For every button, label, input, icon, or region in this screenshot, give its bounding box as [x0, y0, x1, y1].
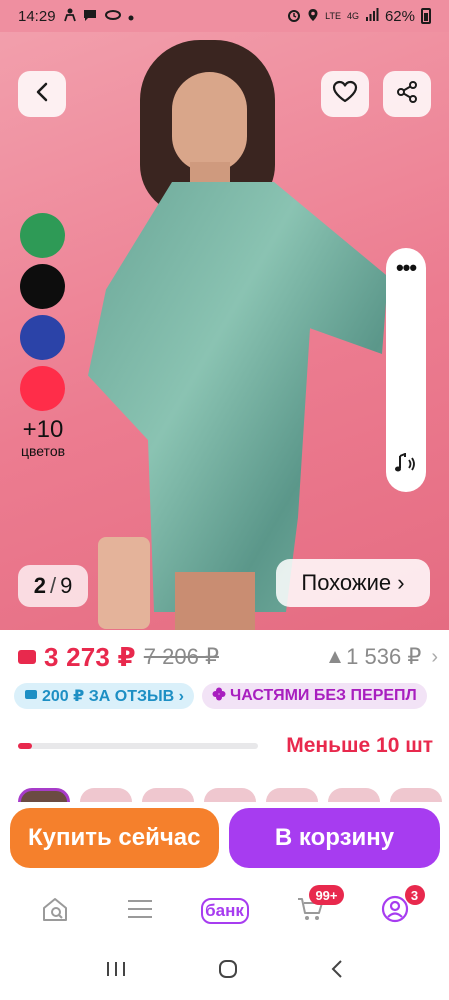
status-bar: 14:29 LTE 4G 62%: [0, 0, 449, 32]
share-button[interactable]: [383, 71, 431, 117]
more-options-icon[interactable]: •••: [386, 257, 426, 279]
more-colors-word: цветов: [20, 443, 66, 459]
price-drop-link[interactable]: 1 536 ₽ ›: [328, 644, 438, 670]
color-swatch-blue[interactable]: [20, 315, 65, 360]
clover-icon: [212, 687, 226, 706]
handbag-image: [98, 537, 150, 629]
chat-icon: [82, 8, 98, 25]
image-counter: 2 / 9: [18, 565, 88, 607]
battery-icon: [421, 8, 431, 24]
tab-catalog[interactable]: [116, 891, 164, 931]
dot-icon: [128, 9, 134, 24]
clock: 14:29: [18, 7, 56, 25]
recent-apps-button[interactable]: [105, 960, 127, 983]
more-colors-button[interactable]: +10 цветов: [10, 416, 76, 460]
image-count: 9: [60, 573, 73, 598]
old-price: 7 206 ₽: [143, 644, 219, 669]
more-colors-count: +10: [22, 416, 64, 443]
bank-label: банк: [200, 898, 249, 924]
tab-cart[interactable]: 99+: [286, 885, 344, 931]
image-index: 2: [33, 573, 46, 598]
stock-progress-bar: [18, 743, 258, 749]
bottom-tab-bar: банк 99+ 3: [0, 880, 449, 942]
model-legs: [175, 572, 255, 630]
loop-icon: [104, 9, 122, 24]
profile-badge: 3: [404, 885, 425, 905]
price-drop-amount: 1 536 ₽: [346, 644, 422, 669]
favorite-button[interactable]: [321, 71, 369, 117]
review-bonus-pill[interactable]: 200 ₽ ЗА ОТЗЫВ ›: [14, 683, 194, 709]
stock-status: Меньше 10 шт: [286, 734, 433, 757]
image-counter-separator: /: [49, 573, 57, 598]
stock-progress-fill: [18, 743, 33, 749]
color-swatch-green[interactable]: [20, 213, 65, 258]
notification-icons: [63, 8, 134, 25]
system-icons: LTE 4G 62%: [287, 7, 431, 25]
pay-in-parts-pill[interactable]: ЧАСТЯМИ БЕЗ ПЕРЕПЛ: [201, 683, 427, 709]
home-search-icon: [41, 896, 69, 927]
price-row: 3 273 ₽ 7 206 ₽ 1 536 ₽ ›: [18, 642, 438, 672]
heart-icon: [332, 80, 358, 109]
home-button[interactable]: [217, 958, 239, 985]
chevron-left-icon: [35, 82, 49, 107]
action-bar: Купить сейчас В корзину: [0, 802, 449, 880]
volte-icon: LTE: [325, 11, 341, 21]
tab-home[interactable]: [31, 891, 79, 931]
model-face: [172, 72, 247, 172]
location-icon: [307, 8, 319, 25]
alarm-icon: [287, 8, 301, 25]
tab-profile[interactable]: 3: [371, 885, 425, 931]
buy-now-button[interactable]: Купить сейчас: [10, 808, 219, 868]
pay-in-parts-label: ЧАСТЯМИ БЕЗ ПЕРЕПЛ: [229, 687, 417, 704]
network-gen: 4G: [346, 11, 359, 21]
chevron-right-icon: ›: [431, 645, 438, 668]
triangle-up-icon: [328, 644, 342, 670]
side-panel: •••: [386, 248, 426, 492]
stock-row: Меньше 10 шт: [18, 733, 433, 759]
system-navigation-bar: [0, 942, 449, 1000]
similar-products-button[interactable]: Похожие ›: [276, 559, 430, 607]
profile-icon: [381, 895, 409, 928]
person-icon: [63, 8, 76, 25]
color-swatch-black[interactable]: [20, 264, 65, 309]
tab-bank[interactable]: банк: [200, 891, 249, 931]
share-icon: [396, 80, 418, 108]
back-button[interactable]: [18, 71, 66, 117]
battery-level: 62%: [384, 7, 415, 25]
signal-icon: [365, 7, 379, 25]
current-price: 3 273 ₽: [44, 641, 136, 672]
system-back-button[interactable]: [330, 959, 344, 984]
color-swatch-red[interactable]: [20, 366, 65, 411]
wallet-icon: [18, 650, 36, 664]
cart-badge: 99+: [309, 885, 344, 905]
add-to-cart-button[interactable]: В корзину: [229, 808, 440, 868]
review-bonus-label: 200 ₽ ЗА ОТЗЫВ ›: [42, 688, 184, 705]
wallet-small-icon: [24, 687, 38, 705]
product-image-gallery[interactable]: +10 цветов ••• 2 / 9 Похожие ›: [0, 32, 449, 630]
sound-icon[interactable]: [394, 452, 420, 480]
menu-icon: [127, 899, 153, 924]
promo-row: 200 ₽ ЗА ОТЗЫВ › ЧАСТЯМИ БЕЗ ПЕРЕПЛ: [14, 683, 449, 709]
